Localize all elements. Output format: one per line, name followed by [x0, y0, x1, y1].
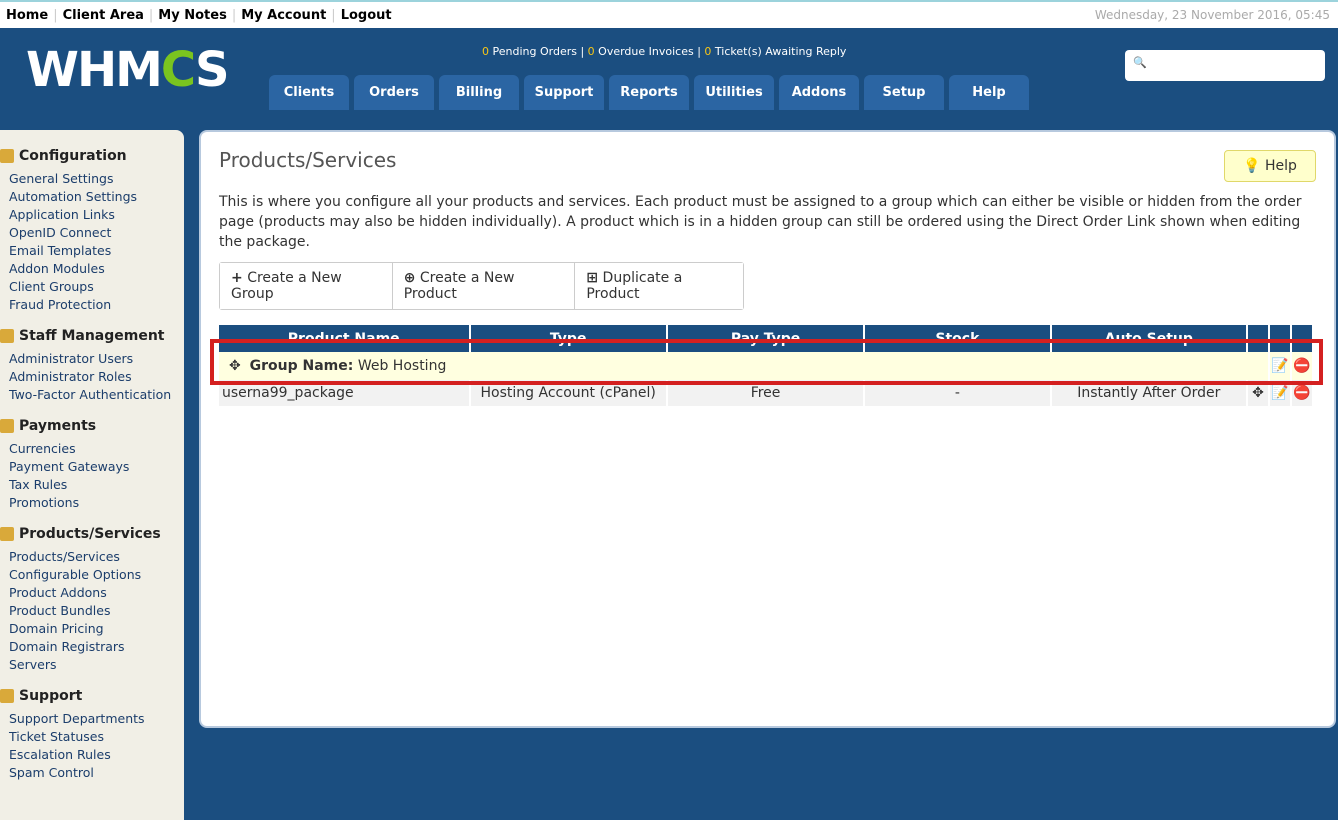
sidebar-heading: Configuration	[0, 148, 184, 164]
tab-utilities[interactable]: Utilities	[694, 75, 774, 110]
tab-help[interactable]: Help	[949, 75, 1029, 110]
toplink-my-account[interactable]: My Account	[241, 8, 326, 23]
sidebar-link[interactable]: Addon Modules	[9, 260, 184, 278]
sidebar-link[interactable]: Tax Rules	[9, 476, 184, 494]
sidebar: Configuration General Settings Automation …	[0, 130, 184, 820]
sidebar-heading: Staff Management	[0, 328, 184, 344]
tab-support[interactable]: Support	[524, 75, 604, 110]
sidebar-link[interactable]: Application Links	[9, 206, 184, 224]
page-title: Products/Services	[219, 148, 397, 172]
whmcs-logo[interactable]: WHMCS	[26, 42, 230, 98]
overdue-invoices-link[interactable]: Overdue Invoices	[598, 45, 694, 58]
search-input[interactable]: 🔍	[1125, 50, 1325, 81]
highlight-box	[210, 339, 1323, 385]
sidebar-heading: Products/Services	[0, 526, 184, 542]
sidebar-link[interactable]: Product Bundles	[9, 602, 184, 620]
header: WHMCS 0 Pending Orders | 0 Overdue Invoi…	[0, 28, 1338, 110]
tab-reports[interactable]: Reports	[609, 75, 689, 110]
date: Wednesday, 23 November 2016, 05:45	[1094, 8, 1330, 22]
main-nav: Clients Orders Billing Support Reports Utilit…	[269, 75, 1029, 110]
search-icon: 🔍	[1133, 56, 1147, 69]
section-icon	[0, 329, 14, 343]
create-group-button[interactable]: + Create a New Group	[220, 263, 393, 309]
sidebar-link[interactable]: Domain Pricing	[9, 620, 184, 638]
tab-setup[interactable]: Setup	[864, 75, 944, 110]
sidebar-link[interactable]: Ticket Statuses	[9, 728, 184, 746]
sidebar-link[interactable]: General Settings	[9, 170, 184, 188]
sidebar-link[interactable]: Currencies	[9, 440, 184, 458]
sidebar-link[interactable]: Two-Factor Authentication	[9, 386, 184, 404]
section-icon	[0, 149, 14, 163]
duplicate-product-button[interactable]: ⊞ Duplicate a Product	[575, 263, 743, 309]
sidebar-link[interactable]: Email Templates	[9, 242, 184, 260]
sidebar-link[interactable]: Promotions	[9, 494, 184, 512]
tab-orders[interactable]: Orders	[354, 75, 434, 110]
sidebar-link[interactable]: Product Addons	[9, 584, 184, 602]
toplink-my-notes[interactable]: My Notes	[158, 8, 227, 23]
sidebar-link[interactable]: Automation Settings	[9, 188, 184, 206]
sidebar-link[interactable]: Domain Registrars	[9, 638, 184, 656]
tab-clients[interactable]: Clients	[269, 75, 349, 110]
toplink-logout[interactable]: Logout	[341, 8, 392, 23]
section-icon	[0, 527, 14, 541]
description: This is where you configure all your pro…	[219, 194, 1302, 250]
sidebar-link[interactable]: Support Departments	[9, 710, 184, 728]
tickets-link[interactable]: Ticket(s) Awaiting Reply	[715, 45, 847, 58]
sidebar-link[interactable]: Escalation Rules	[9, 746, 184, 764]
help-button[interactable]: 💡 Help	[1224, 150, 1316, 182]
sidebar-link[interactable]: Administrator Roles	[9, 368, 184, 386]
top-links: Home | Client Area | My Notes | My Account | Log…	[6, 7, 392, 23]
tab-billing[interactable]: Billing	[439, 75, 519, 110]
section-icon	[0, 419, 14, 433]
sidebar-link[interactable]: OpenID Connect	[9, 224, 184, 242]
top-bar: Home | Client Area | My Notes | My Account | Log…	[0, 0, 1338, 28]
main-content: Products/Services 💡 Help This is where y…	[199, 130, 1336, 728]
stats: 0 Pending Orders | 0 Overdue Invoices | …	[482, 45, 847, 58]
sidebar-heading: Support	[0, 688, 184, 704]
sidebar-link[interactable]: Client Groups	[9, 278, 184, 296]
create-product-button[interactable]: ⊕ Create a New Product	[392, 263, 576, 309]
toplink-home[interactable]: Home	[6, 8, 48, 23]
sidebar-link[interactable]: Payment Gateways	[9, 458, 184, 476]
sidebar-heading: Payments	[0, 418, 184, 434]
section-icon	[0, 689, 14, 703]
pending-orders-link[interactable]: Pending Orders	[493, 45, 577, 58]
sidebar-link[interactable]: Configurable Options	[9, 566, 184, 584]
sidebar-link[interactable]: Fraud Protection	[9, 296, 184, 314]
sidebar-link[interactable]: Spam Control	[9, 764, 184, 782]
sidebar-link[interactable]: Products/Services	[9, 548, 184, 566]
tab-addons[interactable]: Addons	[779, 75, 859, 110]
sidebar-link[interactable]: Administrator Users	[9, 350, 184, 368]
sidebar-link[interactable]: Servers	[9, 656, 184, 674]
toplink-client-area[interactable]: Client Area	[63, 8, 144, 23]
